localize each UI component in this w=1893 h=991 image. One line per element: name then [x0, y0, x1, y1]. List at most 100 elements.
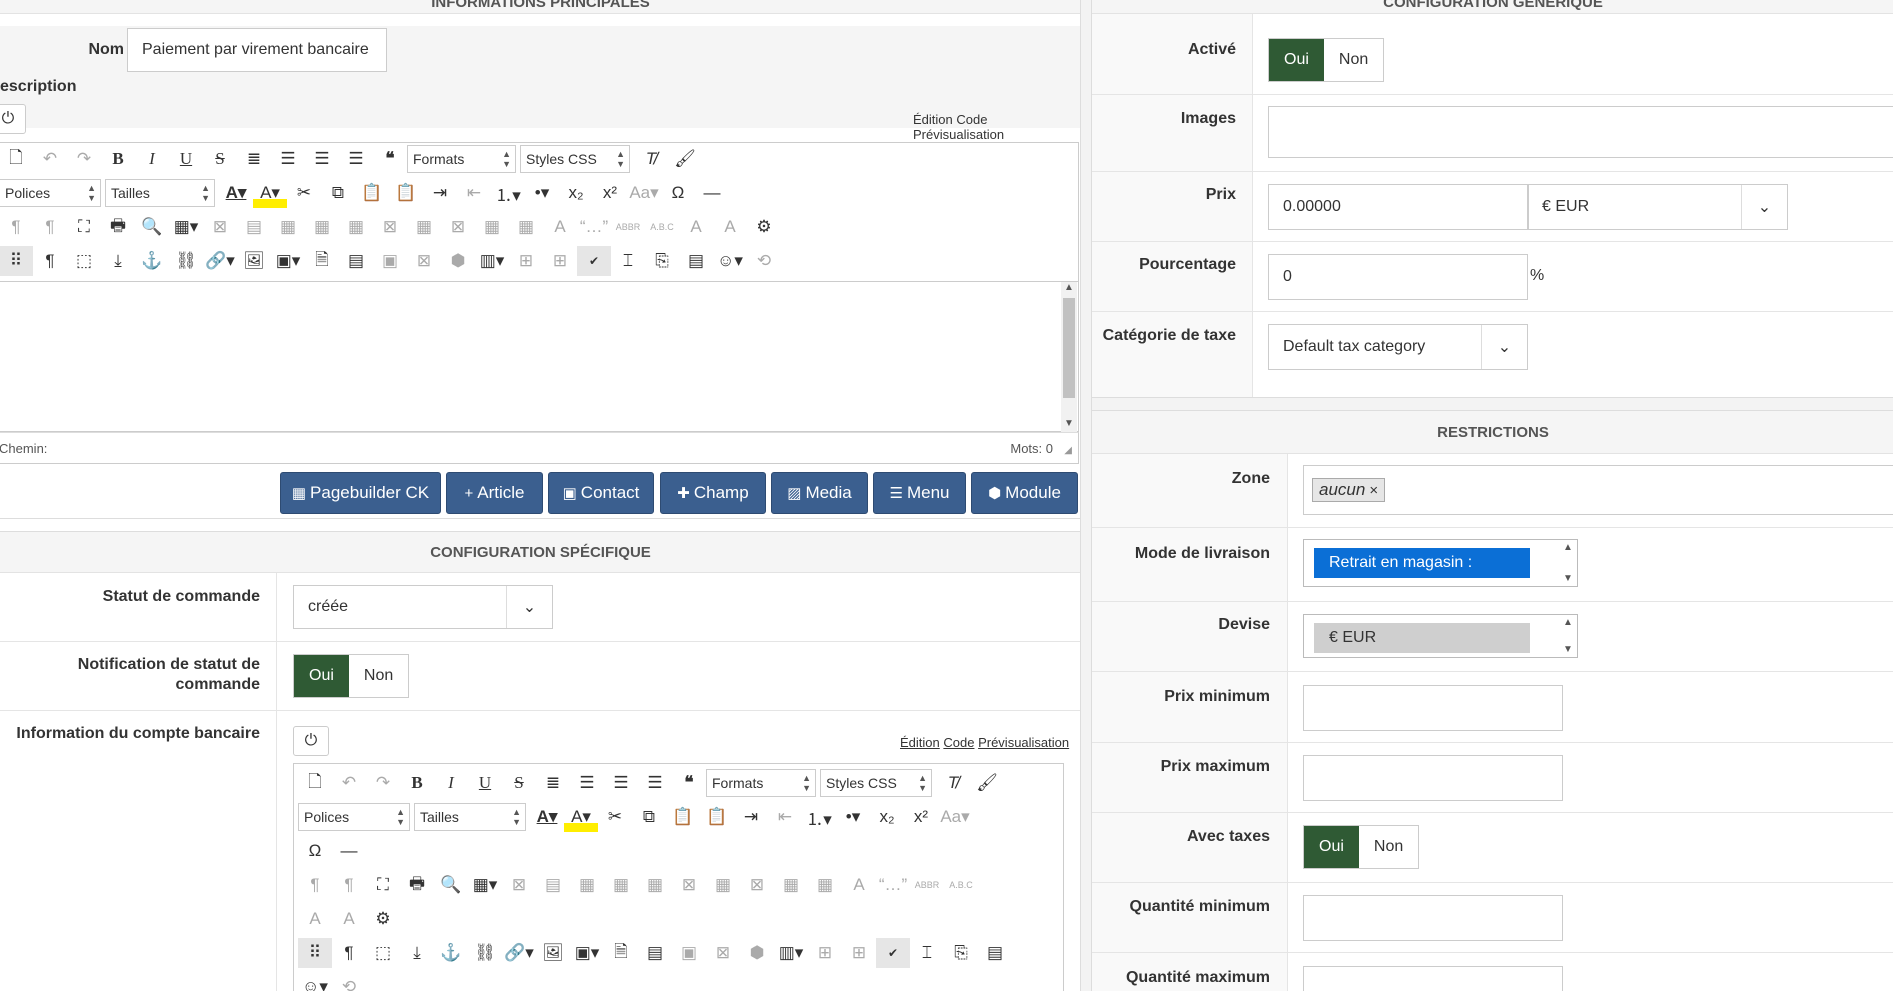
- table-insert-row-after-icon[interactable]: ▦: [339, 212, 373, 242]
- subscript-icon[interactable]: x₂: [870, 802, 904, 832]
- visual-chars-icon[interactable]: ⬚: [366, 938, 400, 968]
- delivery-option[interactable]: Retrait en magasin :: [1314, 548, 1530, 578]
- text-color-icon[interactable]: A▾: [530, 802, 564, 832]
- close-icon[interactable]: ×: [1369, 482, 1378, 499]
- copy-icon[interactable]: ⧉: [321, 178, 355, 208]
- text-style-icon[interactable]: A: [543, 212, 577, 242]
- visual-blocks-icon[interactable]: ⠿: [0, 246, 33, 276]
- visual-chars-icon[interactable]: ⬚: [67, 246, 101, 276]
- underline-icon[interactable]: U: [169, 144, 203, 174]
- percent-input[interactable]: 0: [1268, 254, 1528, 300]
- print-icon[interactable]: 🖶: [101, 212, 135, 242]
- bold-icon[interactable]: B: [101, 144, 135, 174]
- align-right-icon[interactable]: ☰: [339, 144, 373, 174]
- table-insert-col-before-icon[interactable]: ▦: [407, 212, 441, 242]
- align-justify-icon[interactable]: ≣: [536, 768, 570, 798]
- redo-icon[interactable]: ↷: [67, 144, 101, 174]
- cut-icon[interactable]: ✂: [287, 178, 321, 208]
- font-case-icon[interactable]: Aa▾: [627, 178, 661, 208]
- insert-icon[interactable]: ⤓: [101, 246, 135, 276]
- numbered-list-icon[interactable]: ⒈▾: [491, 178, 525, 208]
- insert-icon[interactable]: ⤓: [400, 938, 434, 968]
- abbr-icon[interactable]: ABBR: [910, 870, 944, 900]
- search-icon[interactable]: 🔍: [135, 212, 169, 242]
- spellcheck-icon[interactable]: ✔: [577, 246, 611, 276]
- strikethrough-icon[interactable]: S: [502, 768, 536, 798]
- table-row-icon[interactable]: ▤: [237, 212, 271, 242]
- link-icon[interactable]: 🔗▾: [203, 246, 237, 276]
- undo-icon[interactable]: ↶: [332, 768, 366, 798]
- paste-text-icon[interactable]: 📋: [389, 178, 423, 208]
- listbox-scrollbar[interactable]: ▲ ▼: [1561, 542, 1575, 584]
- col-insert-icon[interactable]: ⊞: [808, 938, 842, 968]
- highlight-color-icon[interactable]: A▾: [564, 802, 598, 832]
- ins-icon[interactable]: A: [332, 904, 366, 934]
- page-break-icon[interactable]: ⌶: [611, 246, 645, 276]
- page-break-icon[interactable]: ⌶: [910, 938, 944, 968]
- image-edit-icon[interactable]: ▣: [373, 246, 407, 276]
- table-delete-row-icon[interactable]: ⊠: [373, 212, 407, 242]
- align-center-icon[interactable]: ☰: [271, 144, 305, 174]
- anchor-icon[interactable]: ⚓: [434, 938, 468, 968]
- brush-icon[interactable]: 🖌: [668, 144, 702, 174]
- table-delete-col-icon[interactable]: ⊠: [441, 212, 475, 242]
- pagebuilder-button[interactable]: ▦ Pagebuilder CK: [280, 472, 441, 514]
- outdent-icon[interactable]: ⇤: [768, 802, 802, 832]
- del-icon[interactable]: A: [298, 904, 332, 934]
- unlink-icon[interactable]: ⛓: [468, 938, 502, 968]
- highlight-color-icon[interactable]: A▾: [253, 178, 287, 208]
- code-sample-icon[interactable]: ⎘: [944, 938, 978, 968]
- max-qty-input[interactable]: [1303, 966, 1563, 991]
- undo-icon[interactable]: ↶: [33, 144, 67, 174]
- editor-toggle-button[interactable]: ⏻: [0, 104, 26, 134]
- outdent-icon[interactable]: ⇤: [457, 178, 491, 208]
- underline-icon[interactable]: U: [468, 768, 502, 798]
- image-icon[interactable]: 🖼: [536, 938, 570, 968]
- table-cell-icon[interactable]: ▦: [570, 870, 604, 900]
- champ-button[interactable]: ✚ Champ: [660, 472, 766, 514]
- acronym-icon[interactable]: A.B.C: [944, 870, 978, 900]
- table-insert-row-after-icon[interactable]: ▦: [638, 870, 672, 900]
- rtl-icon[interactable]: ¶: [332, 870, 366, 900]
- preview-icon[interactable]: ▤: [978, 938, 1012, 968]
- zone-input[interactable]: aucun ×: [1303, 465, 1893, 515]
- with-tax-yes[interactable]: Oui: [1304, 826, 1359, 868]
- sizes-select[interactable]: Tailles ▲ ▼: [414, 803, 526, 831]
- strikethrough-icon[interactable]: S: [203, 144, 237, 174]
- notification-yes[interactable]: Oui: [294, 655, 349, 697]
- align-justify-icon[interactable]: ≣: [237, 144, 271, 174]
- table-insert-row-before-icon[interactable]: ▦: [305, 212, 339, 242]
- active-yes[interactable]: Oui: [1269, 39, 1324, 81]
- table-row-icon[interactable]: ▤: [536, 870, 570, 900]
- table-delete-row-icon[interactable]: ⊠: [672, 870, 706, 900]
- delete-box-icon[interactable]: ⊠: [407, 246, 441, 276]
- fullscreen-icon[interactable]: ⛶: [366, 870, 400, 900]
- ins-icon[interactable]: A: [713, 212, 747, 242]
- cube-icon[interactable]: ⬢: [740, 938, 774, 968]
- order-status-select[interactable]: créée ⌄: [293, 585, 553, 629]
- table-icon[interactable]: ▦▾: [169, 212, 203, 242]
- image-edit-icon[interactable]: ▣: [672, 938, 706, 968]
- columns-icon[interactable]: ▥▾: [475, 246, 509, 276]
- template-icon[interactable]: ▤: [638, 938, 672, 968]
- tax-category-select[interactable]: Default tax category ⌄: [1268, 324, 1528, 370]
- contact-button[interactable]: ▣ Contact: [548, 472, 654, 514]
- editor-body[interactable]: [0, 282, 1079, 432]
- currency-option[interactable]: € EUR: [1314, 623, 1530, 653]
- visual-blocks-icon[interactable]: ⠿: [298, 938, 332, 968]
- fonts-select[interactable]: Polices ▲ ▼: [0, 179, 101, 207]
- delete-box-icon[interactable]: ⊠: [706, 938, 740, 968]
- horizontal-rule-icon[interactable]: —: [695, 178, 729, 208]
- bullet-list-icon[interactable]: •▾: [836, 802, 870, 832]
- blockquote-icon[interactable]: ❝: [672, 768, 706, 798]
- gear-icon[interactable]: ⚙: [747, 212, 781, 242]
- editor-modes[interactable]: Édition Code Prévisualisation: [913, 112, 1080, 142]
- paste-text-icon[interactable]: 📋: [700, 802, 734, 832]
- bold-icon[interactable]: B: [400, 768, 434, 798]
- quote-icon[interactable]: “…”: [876, 870, 910, 900]
- table-delete-icon[interactable]: ⊠: [203, 212, 237, 242]
- superscript-icon[interactable]: x²: [904, 802, 938, 832]
- del-icon[interactable]: A: [679, 212, 713, 242]
- styles-select[interactable]: Styles CSS ▲ ▼: [520, 145, 630, 173]
- delivery-listbox[interactable]: Retrait en magasin : ▲ ▼: [1303, 539, 1578, 587]
